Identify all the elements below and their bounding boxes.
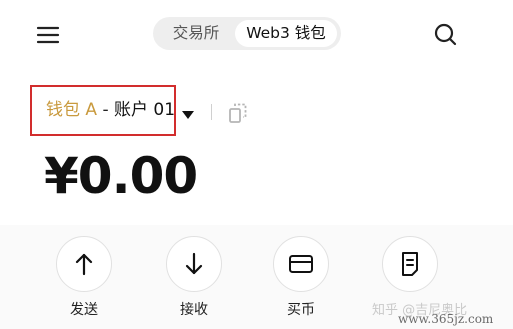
watermark-url: www.365jz.com — [398, 312, 494, 326]
caret-down-icon[interactable] — [182, 105, 194, 119]
mode-switcher: 交易所 Web3 钱包 — [153, 17, 341, 50]
wallet-separator: - — [97, 100, 114, 120]
wallet-name: 钱包 A — [46, 100, 98, 120]
send-label: 发送 — [70, 302, 98, 318]
hamburger-menu-icon — [30, 20, 64, 50]
receive-circle — [166, 236, 222, 292]
tab-exchange[interactable]: 交易所 — [159, 20, 233, 47]
buy-label: 买币 — [287, 302, 315, 318]
tab-web3-wallet[interactable]: Web3 钱包 — [235, 20, 337, 47]
header-divider — [211, 104, 212, 120]
search-button[interactable] — [428, 17, 464, 53]
buy-crypto-button[interactable]: 买币 — [270, 236, 334, 318]
receive-label: 接收 — [180, 302, 208, 318]
wallet-account-selector[interactable]: 钱包 A - 账户 01 — [30, 85, 176, 136]
search-icon — [428, 23, 464, 57]
history-circle — [382, 236, 438, 292]
copy-icon[interactable] — [226, 101, 250, 125]
buy-circle — [273, 236, 329, 292]
wallet-account-label: 钱包 A - 账户 01 — [46, 99, 175, 121]
send-button[interactable]: 发送 — [53, 236, 117, 318]
menu-button[interactable] — [30, 20, 64, 50]
total-balance: ¥0.00 — [44, 147, 198, 205]
receive-button[interactable]: 接收 — [163, 236, 227, 318]
send-circle — [56, 236, 112, 292]
account-name: 账户 01 — [114, 100, 176, 120]
